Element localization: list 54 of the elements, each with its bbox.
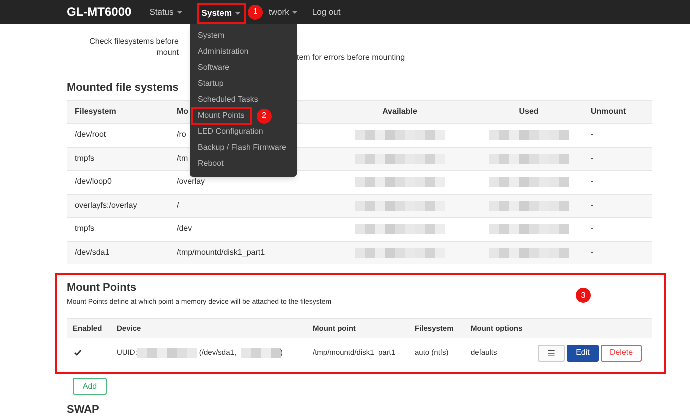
table-cell: tmpfs [75,224,95,234]
column-header: Mo [177,107,189,116]
option-label: Check filesystems before mount [88,36,179,59]
redacted-value [137,346,198,360]
nav-link[interactable]: System [202,6,242,20]
table-cell: - [591,248,594,257]
table-cell: overlayfs:/overlay [75,200,138,210]
table-cell: /tmp/mountd/disk1_part1 [177,248,266,257]
checkbox[interactable] [73,348,82,358]
menu-item[interactable]: Reboot [198,157,224,171]
annotation-badge: 1 [248,4,264,20]
table-cell: - [591,200,594,210]
table-cell: - [591,224,594,234]
table-cell: / [177,200,180,210]
column-header: Available [382,107,418,116]
menu-item[interactable]: Administration [198,45,249,59]
section-title: Mount Points [67,281,138,295]
delete-button[interactable]: Delete [601,344,642,362]
option-description: tem for errors before mounting [297,52,406,63]
column-header: Filesystem [75,107,116,116]
nav-link[interactable]: Status [150,6,183,18]
annotation-badge: 2 [256,108,272,124]
table-cell: /dev/sda1 [75,248,110,257]
menu-icon [547,348,556,358]
brand-title: GL-MT6000 [67,4,132,21]
menu-item[interactable]: Mount Points [198,109,245,123]
nav-link[interactable]: Log out [312,6,341,18]
nav-link[interactable]: twork [269,6,298,18]
edit-button[interactable]: Edit [567,344,599,362]
menu-item[interactable]: System [198,29,225,43]
table-cell: /dev/root [75,130,106,140]
add-button[interactable]: Add [73,378,107,395]
column-header: Used [519,107,539,116]
table-cell: tmpfs [75,154,95,163]
redacted-value [240,346,281,360]
table-cell: - [591,130,594,140]
table-cell: /dev/loop0 [75,177,112,186]
menu-item[interactable]: Software [198,61,230,75]
section-title: Mounted file systems [67,81,179,95]
checkmark-icon [74,349,82,357]
table-cell: /dev [177,224,192,234]
table-cell: - [591,177,594,186]
menu-item[interactable]: Startup [198,77,224,91]
section-title: SWAP [67,404,100,417]
table-cell: - [591,154,594,163]
table-cell: /overlay [177,177,206,186]
column-header: Unmount [591,107,626,116]
menu-item[interactable]: Scheduled Tasks [198,93,258,107]
menu-item[interactable]: Backup / Flash Firmware [198,141,286,155]
menu-button[interactable] [538,344,565,362]
annotation-badge: 3 [576,288,591,303]
menu-item[interactable]: LED Configuration [198,125,264,139]
table-cell: /ro [177,130,186,140]
table-cell: /tm [177,154,188,163]
